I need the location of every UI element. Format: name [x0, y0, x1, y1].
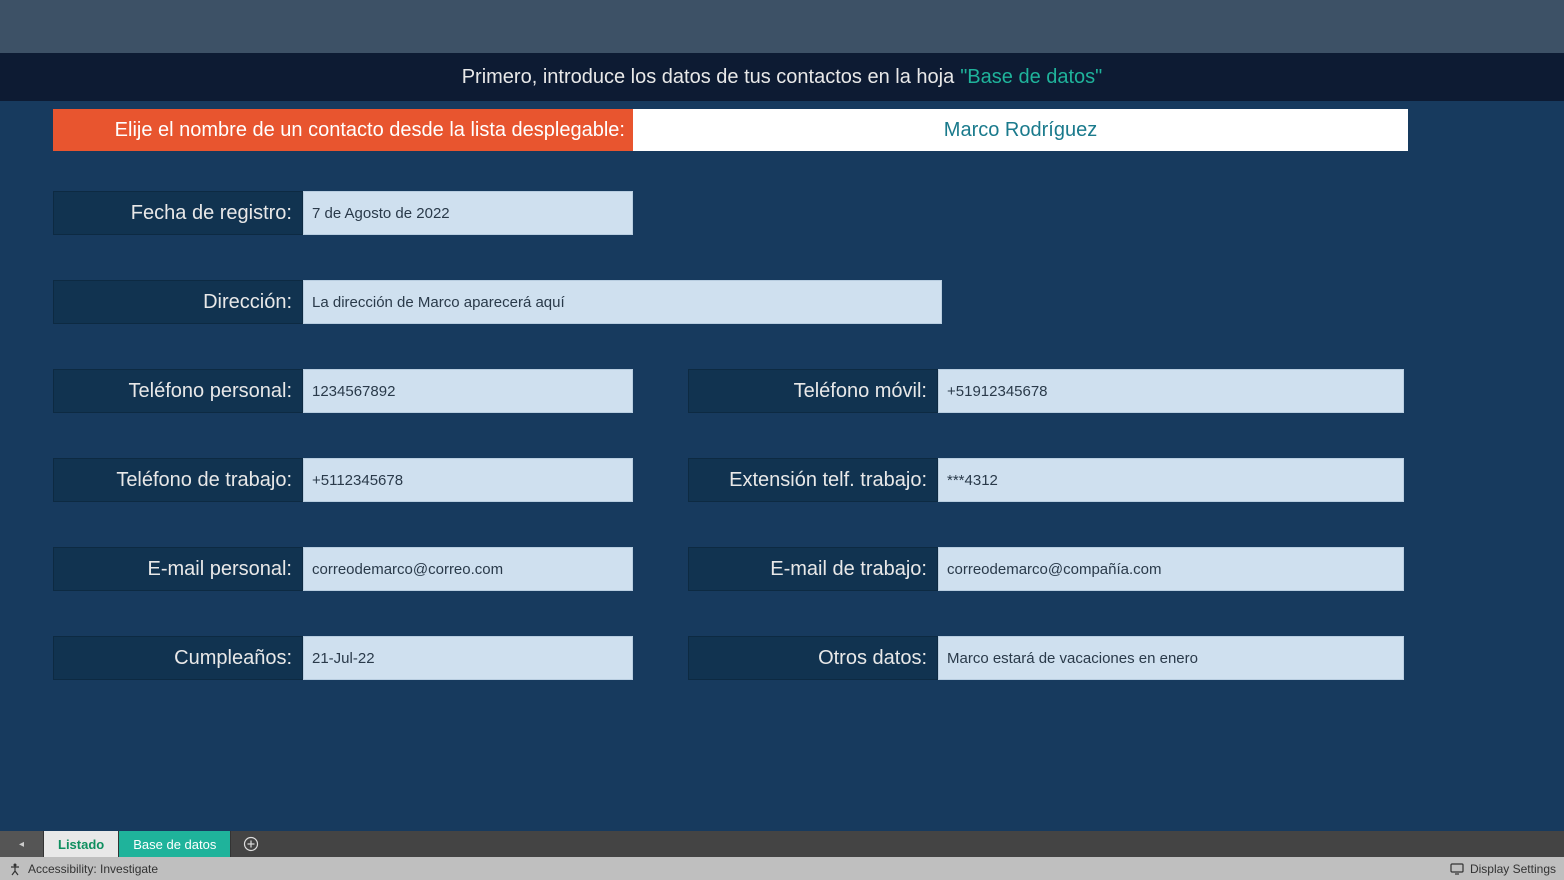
label-tel-personal: Teléfono personal:: [53, 369, 303, 413]
status-bar: Accessibility: Investigate Display Setti…: [0, 857, 1564, 880]
value-tel-trabajo[interactable]: +5112345678: [303, 458, 633, 502]
label-tel-trabajo: Teléfono de trabajo:: [53, 458, 303, 502]
banner-highlight: "Base de datos": [960, 66, 1102, 89]
field-registro: Fecha de registro: 7 de Agosto de 2022: [53, 191, 633, 235]
field-tel-movil: Teléfono móvil: +51912345678: [688, 369, 1404, 413]
field-email-personal: E-mail personal: correodemarco@correo.co…: [53, 547, 633, 591]
top-margin: [0, 0, 1564, 53]
field-email-trabajo: E-mail de trabajo: correodemarco@compañí…: [688, 547, 1404, 591]
value-tel-movil[interactable]: +51912345678: [938, 369, 1404, 413]
bottom-bar: ◂ Listado Base de datos Accessibility: I…: [0, 831, 1564, 880]
label-ext-trabajo: Extensión telf. trabajo:: [688, 458, 938, 502]
field-otros: Otros datos: Marco estará de vacaciones …: [688, 636, 1404, 680]
contact-selector-label: Elije el nombre de un contacto desde la …: [53, 109, 633, 151]
banner-text: Primero, introduce los datos de tus cont…: [462, 66, 955, 89]
contact-selector-row: Elije el nombre de un contacto desde la …: [53, 109, 1408, 151]
field-cumple: Cumpleaños: 21-Jul-22: [53, 636, 633, 680]
label-direccion: Dirección:: [53, 280, 303, 324]
value-cumple[interactable]: 21-Jul-22: [303, 636, 633, 680]
label-otros: Otros datos:: [688, 636, 938, 680]
accessibility-text[interactable]: Accessibility: Investigate: [28, 862, 158, 876]
label-tel-movil: Teléfono móvil:: [688, 369, 938, 413]
label-email-trabajo: E-mail de trabajo:: [688, 547, 938, 591]
content-area: Elije el nombre de un contacto desde la …: [0, 101, 1564, 831]
value-ext-trabajo[interactable]: ***4312: [938, 458, 1404, 502]
field-tel-personal: Teléfono personal: 1234567892: [53, 369, 633, 413]
label-cumple: Cumpleaños:: [53, 636, 303, 680]
display-settings-text[interactable]: Display Settings: [1470, 862, 1556, 876]
value-otros[interactable]: Marco estará de vacaciones en enero: [938, 636, 1404, 680]
tab-base-de-datos[interactable]: Base de datos: [119, 831, 231, 857]
display-settings-icon: [1450, 862, 1464, 876]
label-registro: Fecha de registro:: [53, 191, 303, 235]
field-direccion: Dirección: La dirección de Marco aparece…: [53, 280, 942, 324]
accessibility-icon: [8, 862, 22, 876]
field-tel-trabajo: Teléfono de trabajo: +5112345678: [53, 458, 633, 502]
value-email-personal[interactable]: correodemarco@correo.com: [303, 547, 633, 591]
plus-circle-icon: [243, 836, 259, 852]
tab-scroll-handle[interactable]: ◂: [0, 831, 44, 857]
fields-grid: Fecha de registro: 7 de Agosto de 2022 D…: [53, 191, 1556, 680]
sheet-tabs: ◂ Listado Base de datos: [0, 831, 1564, 857]
contact-selector-dropdown[interactable]: Marco Rodríguez: [633, 109, 1408, 151]
field-ext-trabajo: Extensión telf. trabajo: ***4312: [688, 458, 1404, 502]
value-direccion[interactable]: La dirección de Marco aparecerá aquí: [303, 280, 942, 324]
label-email-personal: E-mail personal:: [53, 547, 303, 591]
status-right: Display Settings: [1450, 862, 1556, 876]
value-email-trabajo[interactable]: correodemarco@compañía.com: [938, 547, 1404, 591]
value-tel-personal[interactable]: 1234567892: [303, 369, 633, 413]
tab-listado[interactable]: Listado: [44, 831, 119, 857]
value-registro[interactable]: 7 de Agosto de 2022: [303, 191, 633, 235]
instruction-banner: Primero, introduce los datos de tus cont…: [0, 53, 1564, 101]
add-sheet-button[interactable]: [231, 831, 271, 857]
status-left: Accessibility: Investigate: [8, 862, 158, 876]
